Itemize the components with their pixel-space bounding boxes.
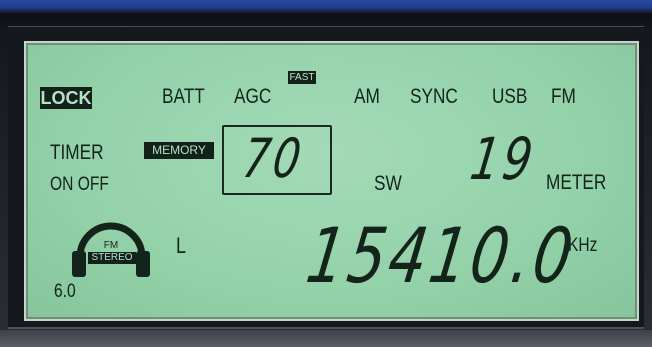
am-indicator: AM	[354, 85, 380, 108]
batt-indicator: BATT	[162, 85, 205, 108]
left-indicator: L	[176, 233, 187, 258]
fm-stereo-badge: STEREO	[88, 252, 136, 264]
agc-indicator: AGC	[234, 85, 272, 108]
level-readout: 6.0	[54, 281, 76, 302]
sync-indicator: SYNC	[410, 85, 458, 108]
bezel-bottom	[0, 330, 652, 347]
meter-band: 19	[466, 125, 540, 193]
lcd-display: LOCK BATT AGC FAST AM SYNC USB FM TIMER …	[24, 41, 639, 321]
usb-indicator: USB	[492, 85, 528, 108]
meter-label: METER	[546, 171, 607, 194]
frequency-readout: 15410.0	[301, 211, 581, 300]
timer-label: TIMER	[50, 141, 104, 164]
lock-indicator: LOCK	[40, 87, 92, 109]
memory-channel: 70	[239, 127, 308, 190]
fm-stereo-badge-top: FM	[103, 240, 119, 251]
fm-indicator: FM	[551, 85, 576, 108]
fast-indicator: FAST	[288, 71, 316, 84]
on-off-label: ON OFF	[50, 174, 109, 195]
memory-indicator: MEMORY	[144, 142, 214, 159]
unit-label: KHz	[568, 235, 598, 256]
sw-label: SW	[374, 172, 402, 195]
